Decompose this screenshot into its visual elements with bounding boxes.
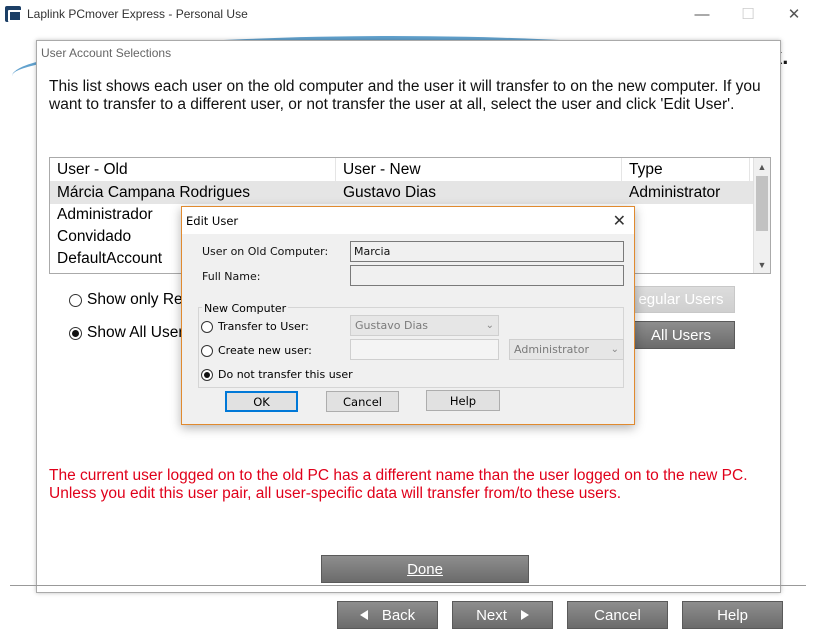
scroll-down-icon[interactable]: ▼ [754, 256, 770, 273]
warning-message: The current user logged on to the old PC… [49, 467, 748, 502]
scroll-up-icon[interactable]: ▲ [754, 158, 770, 175]
maximize-icon[interactable]: ☐ [725, 0, 771, 28]
next-button-label: Next [476, 606, 507, 624]
close-icon[interactable]: ✕ [613, 211, 626, 230]
new-user-type-select-value: Administrator [514, 343, 589, 356]
radio-button[interactable] [69, 293, 82, 307]
regular-users-button[interactable]: egular Users [627, 286, 735, 313]
app-icon [5, 6, 22, 22]
chevron-down-icon: ⌄ [610, 344, 619, 355]
dialog-ok-button[interactable]: OK [225, 391, 298, 412]
full-name-label: Full Name: [202, 270, 261, 283]
transfer-user-select-value: Gustavo Dias [355, 319, 429, 332]
intro-text: This list shows each user on the old com… [49, 78, 761, 113]
dialog-cancel-button[interactable]: Cancel [326, 391, 399, 412]
new-user-name-input [350, 339, 499, 360]
arrow-left-icon [359, 610, 368, 620]
radio-label: Show only Re [87, 291, 183, 308]
radio-label: Create new user: [218, 344, 312, 357]
back-button[interactable]: Back [337, 601, 438, 629]
close-icon[interactable]: ✕ [771, 0, 817, 28]
window-controls: — ☐ ✕ [679, 0, 817, 28]
column-header-type[interactable]: Type [622, 158, 750, 181]
dialog-help-button[interactable]: Help [426, 390, 500, 411]
column-header-user-new[interactable]: User - New [336, 158, 622, 181]
radio-do-not-transfer[interactable]: Do not transfer this user [201, 368, 353, 381]
user-list-header: User - Old User - New Type [50, 158, 770, 182]
new-computer-group-label: New Computer [202, 302, 289, 315]
old-user-label: User on Old Computer: [202, 245, 329, 258]
cell-user-new: Gustavo Dias [343, 184, 437, 201]
cell-type [622, 226, 750, 248]
arrow-right-icon [520, 610, 529, 620]
cell-user-old: Márcia Campana Rodrigues [57, 184, 250, 201]
radio-label: Do not transfer this user [218, 368, 353, 381]
radio-transfer-to-user[interactable]: Transfer to User: [201, 320, 309, 333]
panel-title: User Account Selections [41, 46, 172, 60]
edit-user-dialog: Edit User ✕ User on Old Computer: Marcia… [181, 206, 635, 425]
old-user-field: Marcia [350, 241, 624, 262]
cell-type [622, 248, 750, 270]
chevron-down-icon: ⌄ [485, 320, 494, 331]
transfer-user-select: Gustavo Dias ⌄ [350, 315, 499, 336]
footer-divider [10, 585, 806, 586]
scroll-thumb[interactable] [756, 176, 768, 231]
all-users-button[interactable]: All Users [627, 321, 735, 349]
back-button-label: Back [381, 606, 416, 624]
radio-button[interactable] [201, 344, 213, 357]
radio-show-only-regular[interactable]: Show only Re [69, 291, 183, 309]
radio-button[interactable] [69, 326, 82, 340]
done-button-label: Done [407, 560, 443, 578]
dialog-titlebar: Edit User [182, 207, 634, 234]
radio-button[interactable] [201, 320, 213, 333]
radio-label: Show All User [87, 324, 184, 341]
full-name-field[interactable] [350, 265, 624, 286]
next-button[interactable]: Next [452, 601, 553, 629]
cell-type [622, 204, 750, 226]
radio-show-all-users[interactable]: Show All User [69, 324, 183, 342]
done-button[interactable]: Done [321, 555, 529, 583]
list-scrollbar[interactable]: ▲ ▼ [753, 158, 770, 273]
radio-button[interactable] [201, 368, 213, 381]
cell-type: Administrator [629, 184, 721, 201]
minimize-icon[interactable]: — [679, 0, 725, 28]
list-item[interactable]: Márcia Campana Rodrigues Gustavo Dias Ad… [50, 182, 770, 204]
window-title: Laplink PCmover Express - Personal Use [27, 7, 248, 21]
dialog-title: Edit User [186, 213, 239, 228]
column-header-user-old[interactable]: User - Old [50, 158, 336, 181]
radio-label: Transfer to User: [218, 320, 309, 333]
window-titlebar: Laplink PCmover Express - Personal Use —… [0, 0, 817, 28]
cancel-button[interactable]: Cancel [567, 601, 668, 629]
radio-create-new-user[interactable]: Create new user: [201, 344, 312, 357]
new-user-type-select: Administrator ⌄ [509, 339, 624, 360]
help-button[interactable]: Help [682, 601, 783, 629]
